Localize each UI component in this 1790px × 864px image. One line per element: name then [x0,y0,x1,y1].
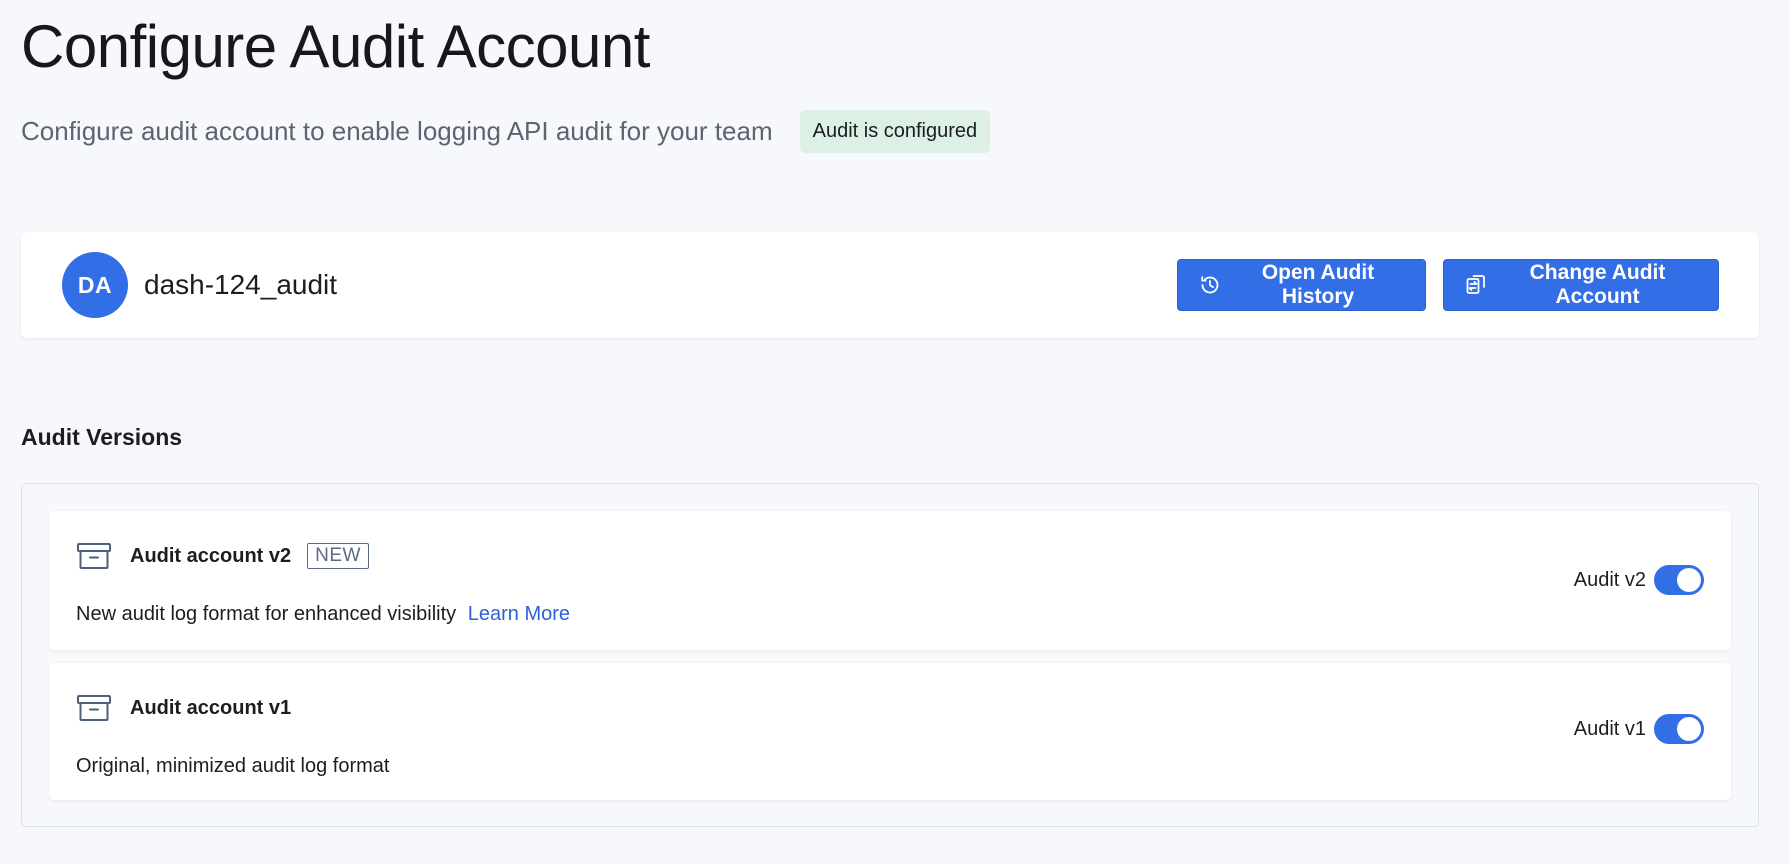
audit-versions-panel: Audit account v2 NEW New audit log forma… [21,483,1759,827]
swap-icon [1464,273,1488,297]
audit-v2-toggle-label: Audit v2 [1573,568,1646,591]
version-title: Audit account v2 [130,544,292,567]
version-description-text: Original, minimized audit log format [76,755,390,777]
subtitle-row: Configure audit account to enable loggin… [21,110,991,153]
page-title: Configure Audit Account [21,13,650,80]
archive-box-icon [76,693,112,723]
avatar: DA [62,252,128,318]
audit-versions-heading: Audit Versions [21,424,183,450]
version-description: Original, minimized audit log format [76,755,389,778]
new-badge: NEW [307,543,369,569]
audit-version-card-v2: Audit account v2 NEW New audit log forma… [49,511,1731,650]
version-description-text: New audit log format for enhanced visibi… [76,603,457,625]
audit-v2-toggle[interactable] [1654,565,1704,595]
change-audit-account-label: Change Audit Account [1529,261,1666,308]
open-audit-history-button[interactable]: Open Audit History [1177,259,1426,311]
audit-account-card: DA dash-124_audit Open Audit History Cha… [21,232,1759,338]
audit-v1-toggle[interactable] [1654,714,1704,744]
change-audit-account-button[interactable]: Change Audit Account [1443,259,1719,311]
learn-more-link[interactable]: Learn More [468,603,570,625]
version-description: New audit log format for enhanced visibi… [76,603,570,626]
history-icon [1198,273,1222,297]
audit-v1-toggle-group: Audit v1 [1574,714,1704,744]
toggle-knob [1677,568,1701,592]
audit-version-card-v1: Audit account v1 Original, minimized aud… [49,663,1731,800]
account-actions: Open Audit History Change Audit Account [1177,259,1719,311]
audit-v1-toggle-label: Audit v1 [1573,717,1646,740]
account-identity: DA dash-124_audit [62,252,337,318]
toggle-knob [1677,717,1701,741]
account-name: dash-124_audit [144,269,338,300]
status-badge: Audit is configured [799,110,991,153]
open-audit-history-label: Open Audit History [1261,261,1375,308]
archive-box-icon [76,541,112,571]
audit-v2-toggle-group: Audit v2 [1574,565,1704,595]
version-header: Audit account v1 [76,693,291,723]
version-header: Audit account v2 NEW [76,541,369,571]
version-title: Audit account v1 [130,696,292,719]
page-subtitle: Configure audit account to enable loggin… [21,116,773,146]
